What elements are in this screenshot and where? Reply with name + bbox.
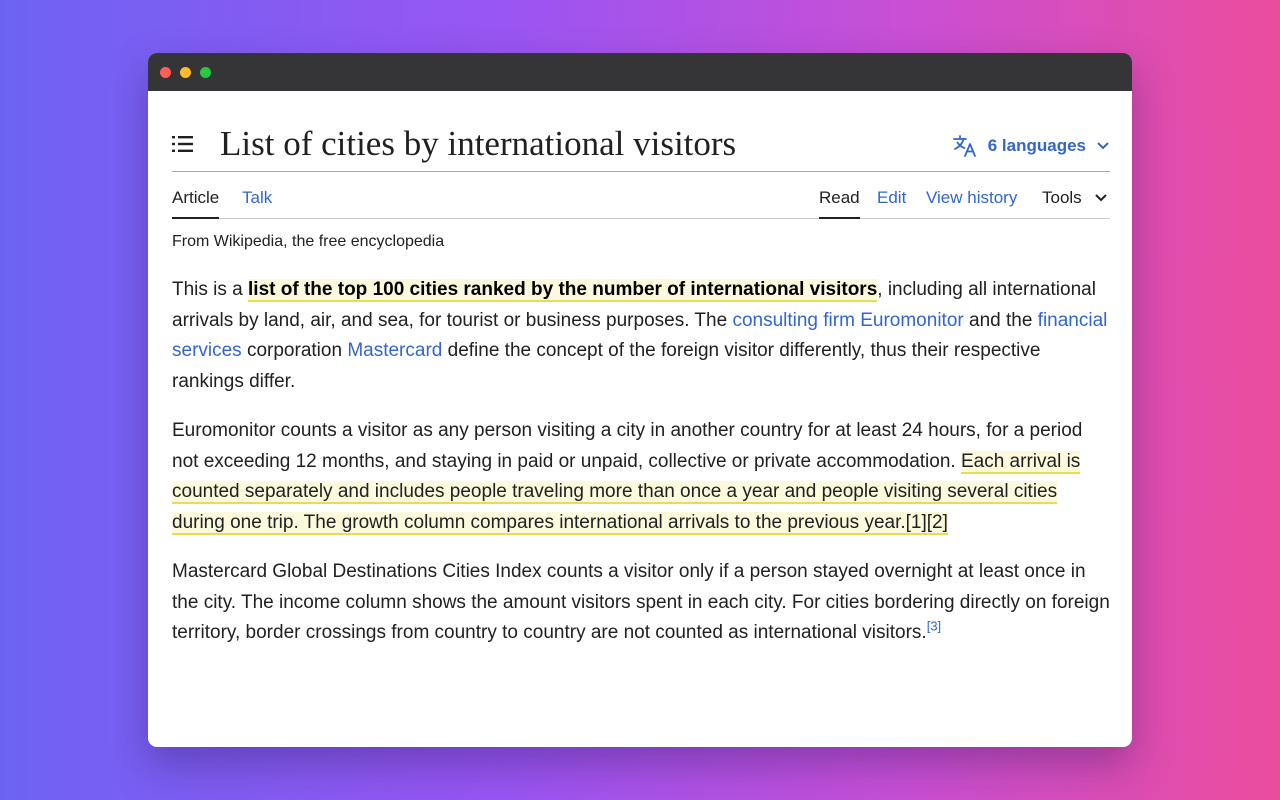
close-window-button[interactable] (160, 67, 171, 78)
tools-menu[interactable]: Tools (1042, 188, 1108, 208)
tools-label: Tools (1042, 188, 1082, 207)
chevron-down-icon (1097, 142, 1109, 150)
site-tagline: From Wikipedia, the free encyclopedia (172, 233, 445, 250)
languages-button[interactable]: 6 languages (952, 134, 1110, 158)
euromonitor-paragraph: Euromonitor counts a visitor as any pers… (172, 416, 1110, 538)
text-segment: and the (963, 309, 1038, 331)
text-segment: Mastercard Global Destinations Cities In… (172, 561, 1110, 643)
intro-paragraph: This is a list of the top 100 cities ran… (172, 275, 1110, 397)
languages-label: 6 languages (987, 136, 1086, 155)
maximize-window-button[interactable] (200, 67, 211, 78)
page-header: List of cities by international visitors… (172, 91, 1110, 172)
page-tabs: Article Talk Read Edit View history Tool… (172, 172, 1110, 219)
chevron-down-icon (1094, 194, 1107, 202)
link-consulting-firm[interactable]: consulting firm (732, 310, 855, 331)
window-titlebar (148, 53, 1132, 91)
article-content: List of cities by international visitors… (172, 91, 1110, 649)
tab-edit[interactable]: Edit (877, 188, 906, 208)
minimize-window-button[interactable] (180, 67, 191, 78)
list-icon[interactable] (172, 135, 194, 153)
browser-window: List of cities by international visitors… (148, 53, 1132, 747)
link-euromonitor[interactable]: Euromonitor (860, 310, 964, 331)
reference-link[interactable]: [3] (927, 619, 941, 634)
tab-read[interactable]: Read (819, 188, 860, 219)
text-segment: Euromonitor counts a visitor as any pers… (172, 420, 1083, 472)
mastercard-paragraph: Mastercard Global Destinations Cities In… (172, 557, 1110, 649)
page-title: List of cities by international visitors (220, 124, 737, 163)
highlighted-bold-text: list of the top 100 cities ranked by the… (248, 279, 878, 302)
text-segment: This is a (172, 279, 249, 300)
text-segment: corporation (241, 340, 348, 361)
tab-talk[interactable]: Talk (242, 188, 272, 208)
link-mastercard[interactable]: Mastercard (347, 340, 442, 361)
tab-article[interactable]: Article (172, 188, 220, 219)
tab-view-history[interactable]: View history (926, 188, 1017, 208)
translate-icon (952, 135, 976, 157)
